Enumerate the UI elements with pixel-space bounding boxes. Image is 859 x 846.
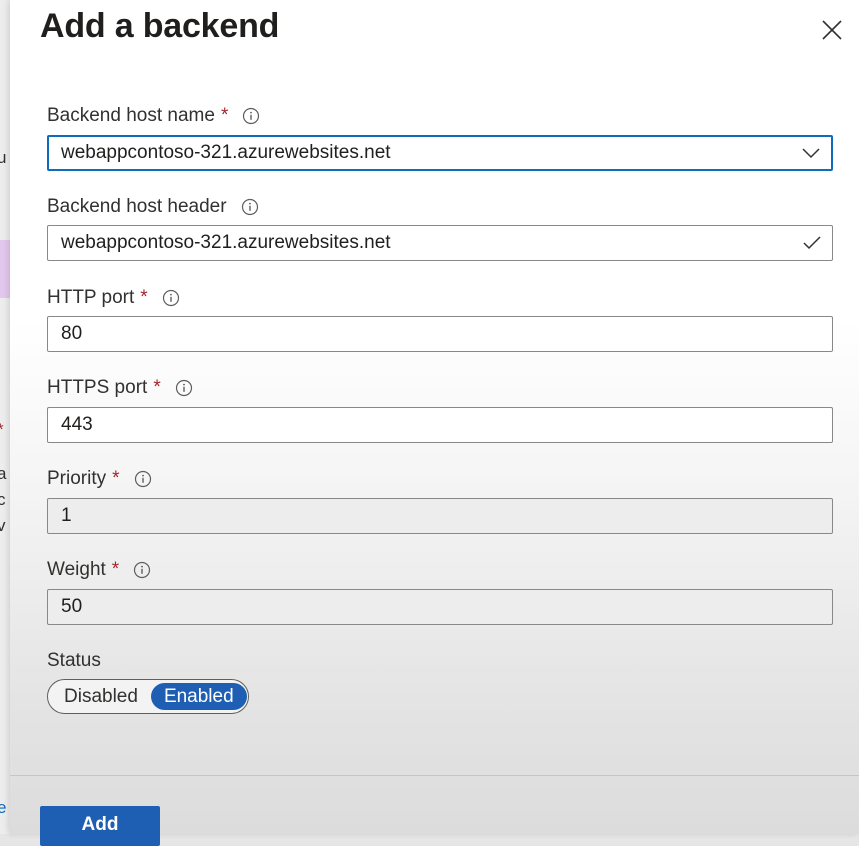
required-marker: * [112, 468, 120, 489]
priority-value: 1 [61, 505, 72, 526]
http-port-value: 80 [61, 323, 83, 344]
add-backend-panel: Add a backend Backend host name * webapp… [10, 0, 859, 846]
backend-host-header-label: Backend host header [47, 196, 259, 218]
info-icon[interactable] [162, 289, 180, 307]
required-marker: * [140, 287, 148, 308]
http-port-input[interactable]: 80 [47, 316, 833, 352]
weight-label: Weight * [47, 559, 151, 581]
close-icon [822, 20, 842, 40]
close-button[interactable] [818, 16, 846, 44]
required-marker: * [153, 377, 161, 398]
add-button[interactable]: Add [40, 806, 160, 846]
background-required-fragment: * [0, 420, 4, 440]
status-label: Status [47, 650, 101, 671]
backend-host-header-input[interactable]: webappcontoso-321.azurewebsites.net [47, 225, 833, 261]
backend-host-name-value: webappcontoso-321.azurewebsites.net [61, 142, 391, 163]
background-highlight [0, 240, 10, 298]
required-marker: * [111, 559, 120, 580]
info-icon[interactable] [175, 379, 193, 397]
priority-input[interactable]: 1 [47, 498, 833, 534]
chevron-down-icon[interactable] [801, 143, 821, 163]
footer-divider [10, 775, 859, 776]
required-marker: * [220, 105, 229, 126]
weight-input[interactable]: 50 [47, 589, 833, 625]
checkmark-icon [803, 236, 821, 250]
panel-title: Add a backend [40, 7, 280, 45]
backend-host-name-dropdown[interactable]: webappcontoso-321.azurewebsites.net [47, 135, 833, 171]
background-text-fragment: c [0, 490, 6, 509]
https-port-label: HTTPS port * [47, 377, 193, 399]
background-blade: u * a c v e [0, 0, 10, 834]
backend-host-name-label: Backend host name * [47, 105, 260, 127]
info-icon[interactable] [134, 470, 152, 488]
priority-label: Priority * [47, 468, 152, 490]
background-text-fragment: a [0, 464, 7, 483]
status-option-disabled[interactable]: Disabled [51, 683, 151, 710]
https-port-input[interactable]: 443 [47, 407, 833, 443]
info-icon[interactable] [241, 198, 259, 216]
http-port-label: HTTP port * [47, 287, 180, 309]
status-option-enabled[interactable]: Enabled [150, 683, 247, 710]
info-icon[interactable] [133, 561, 151, 579]
https-port-value: 443 [61, 414, 93, 435]
backend-host-header-value: webappcontoso-321.azurewebsites.net [61, 232, 391, 253]
background-text-fragment: u [0, 148, 7, 167]
info-icon[interactable] [242, 107, 260, 125]
background-text-fragment: v [0, 516, 6, 535]
weight-value: 50 [61, 596, 83, 617]
status-toggle[interactable]: Disabled Enabled [47, 679, 249, 714]
background-link-fragment[interactable]: e [0, 798, 6, 818]
